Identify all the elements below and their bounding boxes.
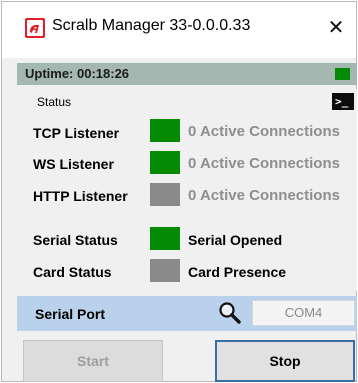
status-caption: Status xyxy=(37,95,72,109)
tcp-listener-label: TCP Listener xyxy=(33,125,120,141)
http-listener-indicator xyxy=(150,183,180,206)
http-listener-label: HTTP Listener xyxy=(33,188,128,204)
start-button[interactable]: Start xyxy=(23,340,163,382)
scralb-logo-icon xyxy=(25,18,45,38)
http-listener-value: 0 Active Connections xyxy=(188,187,340,204)
serial-port-select[interactable]: COM4 xyxy=(252,300,355,326)
serial-status-indicator xyxy=(150,227,180,250)
ws-listener-label: WS Listener xyxy=(33,156,114,172)
card-status-indicator xyxy=(150,259,180,282)
serial-status-value: Serial Opened xyxy=(188,232,283,248)
tcp-listener-indicator xyxy=(150,119,180,142)
card-status-value: Card Presence xyxy=(188,264,287,280)
card-status-label: Card Status xyxy=(33,264,112,280)
uptime-bar: Uptime: 00:18:26 xyxy=(17,63,357,85)
status-panel: Status >_ TCP Listener 0 Active Connecti… xyxy=(17,89,357,291)
close-icon: ✕ xyxy=(327,15,345,39)
close-button[interactable]: ✕ xyxy=(324,15,348,39)
app-window: Scralb Manager 33-0.0.0.33 ✕ Uptime: 00:… xyxy=(1,1,357,382)
terminal-icon[interactable]: >_ xyxy=(332,93,354,110)
magnifier-icon[interactable] xyxy=(217,300,243,326)
serial-port-label: Serial Port xyxy=(35,306,106,322)
tcp-listener-value: 0 Active Connections xyxy=(188,123,340,140)
serial-port-bar: Serial Port COM4 xyxy=(17,296,357,331)
window-title: Scralb Manager 33-0.0.0.33 xyxy=(52,17,251,34)
ws-listener-indicator xyxy=(150,151,180,174)
ws-listener-value: 0 Active Connections xyxy=(188,155,340,172)
uptime-text: Uptime: 00:18:26 xyxy=(25,66,130,81)
title-bar: Scralb Manager 33-0.0.0.33 ✕ xyxy=(2,2,356,58)
serial-status-label: Serial Status xyxy=(33,232,118,248)
stop-button[interactable]: Stop xyxy=(215,340,355,382)
uptime-indicator xyxy=(335,68,350,80)
